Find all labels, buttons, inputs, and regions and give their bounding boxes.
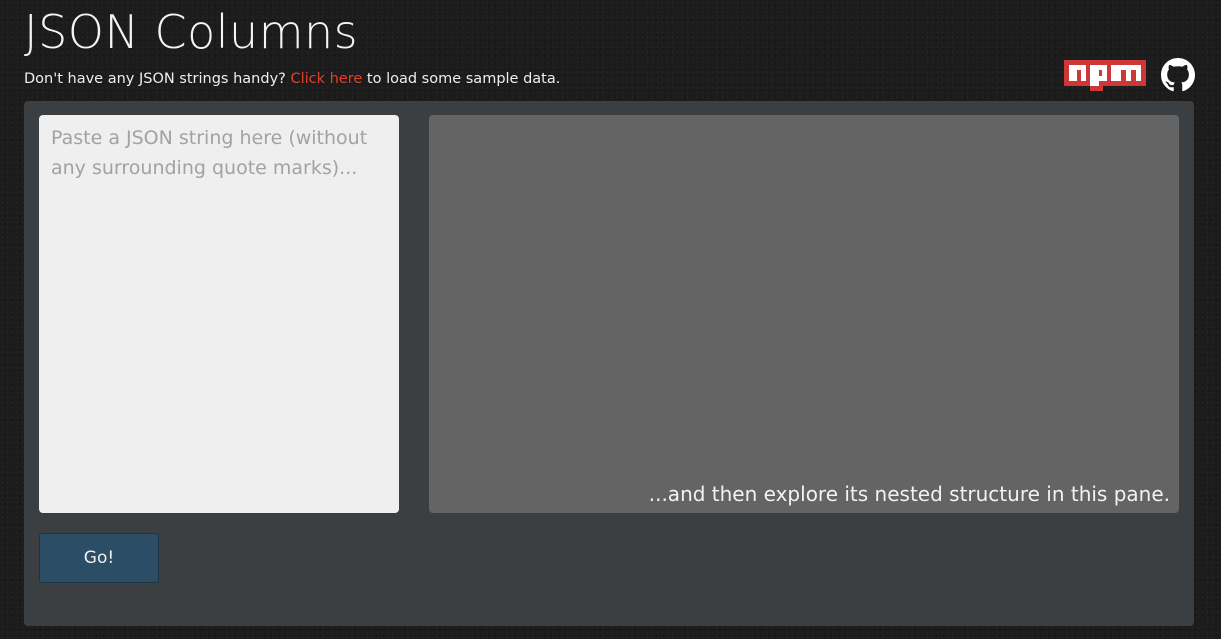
sample-data-prompt-text: Don't have any JSON strings handy? <box>24 71 286 87</box>
output-pane[interactable]: ...and then explore its nested structure… <box>429 115 1179 513</box>
npm-icon[interactable] <box>1064 60 1146 91</box>
sample-data-prompt: Don't have any JSON strings handy? Click… <box>24 69 560 89</box>
github-icon[interactable] <box>1161 58 1195 92</box>
sample-data-prompt-text-end: to load some sample data. <box>366 71 561 87</box>
output-hint: ...and then explore its nested structure… <box>648 482 1170 506</box>
main-panel: ...and then explore its nested structure… <box>24 101 1194 626</box>
json-input-textarea[interactable] <box>39 115 399 513</box>
load-sample-data-link[interactable]: Click here <box>290 71 362 87</box>
go-button[interactable]: Go! <box>39 533 159 583</box>
page-title: JSON Columns <box>24 5 359 59</box>
